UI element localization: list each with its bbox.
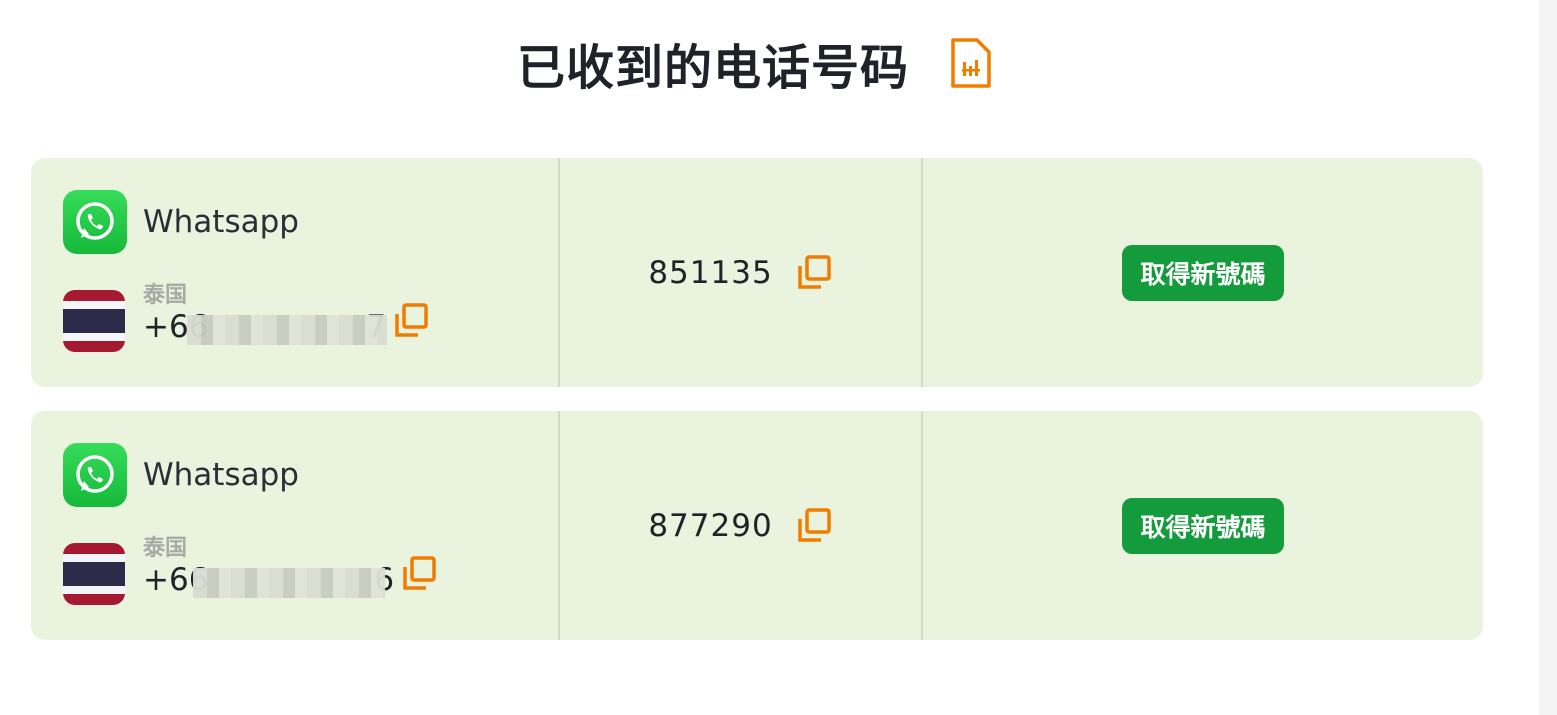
- app-name: Whatsapp: [143, 457, 299, 493]
- thailand-flag-icon: [63, 543, 125, 605]
- code-column: 851135: [560, 158, 923, 387]
- scrollbar-track[interactable]: [1539, 0, 1557, 715]
- code-column: 877290: [560, 411, 923, 640]
- country-row: 泰国 +666: [63, 536, 438, 605]
- copy-phone-icon[interactable]: [400, 555, 438, 593]
- code-wrap: 877290: [648, 507, 832, 545]
- redacted-blur: [187, 315, 387, 345]
- app-name: Whatsapp: [143, 204, 299, 240]
- get-new-number-button[interactable]: 取得新號碼: [1122, 497, 1284, 554]
- code-wrap: 851135: [648, 254, 832, 292]
- number-card: Whatsapp 泰国 +666: [31, 411, 1483, 640]
- phone-number: +667: [143, 309, 387, 345]
- number-info: Whatsapp 泰国 +667: [31, 158, 560, 387]
- app-row: Whatsapp: [63, 190, 299, 254]
- phone-number: +666: [143, 562, 394, 598]
- number-card: Whatsapp 泰国 +667: [31, 158, 1483, 387]
- whatsapp-icon: [63, 443, 127, 507]
- country-info: 泰国 +666: [143, 536, 438, 598]
- page-title: 已收到的电话号码: [516, 40, 909, 96]
- phone-line: +667: [143, 303, 430, 345]
- thailand-flag-icon: [63, 290, 125, 352]
- sim-card-icon: [949, 36, 993, 90]
- header: 已收到的电话号码: [0, 28, 1510, 98]
- copy-code-icon[interactable]: [795, 507, 833, 545]
- country-name: 泰国: [143, 283, 188, 308]
- whatsapp-icon: [63, 190, 127, 254]
- country-row: 泰国 +667: [63, 283, 430, 352]
- redacted-blur: [193, 568, 385, 598]
- get-new-number-button[interactable]: 取得新號碼: [1122, 244, 1284, 301]
- number-info: Whatsapp 泰国 +666: [31, 411, 560, 640]
- action-column: 取得新號碼: [923, 411, 1483, 640]
- country-name: 泰国: [143, 536, 188, 561]
- action-column: 取得新號碼: [923, 158, 1483, 387]
- verification-code: 851135: [648, 254, 773, 291]
- copy-code-icon[interactable]: [795, 254, 833, 292]
- country-info: 泰国 +667: [143, 283, 430, 345]
- phone-line: +666: [143, 556, 438, 598]
- app-row: Whatsapp: [63, 443, 299, 507]
- copy-phone-icon[interactable]: [392, 302, 430, 340]
- verification-code: 877290: [648, 507, 773, 544]
